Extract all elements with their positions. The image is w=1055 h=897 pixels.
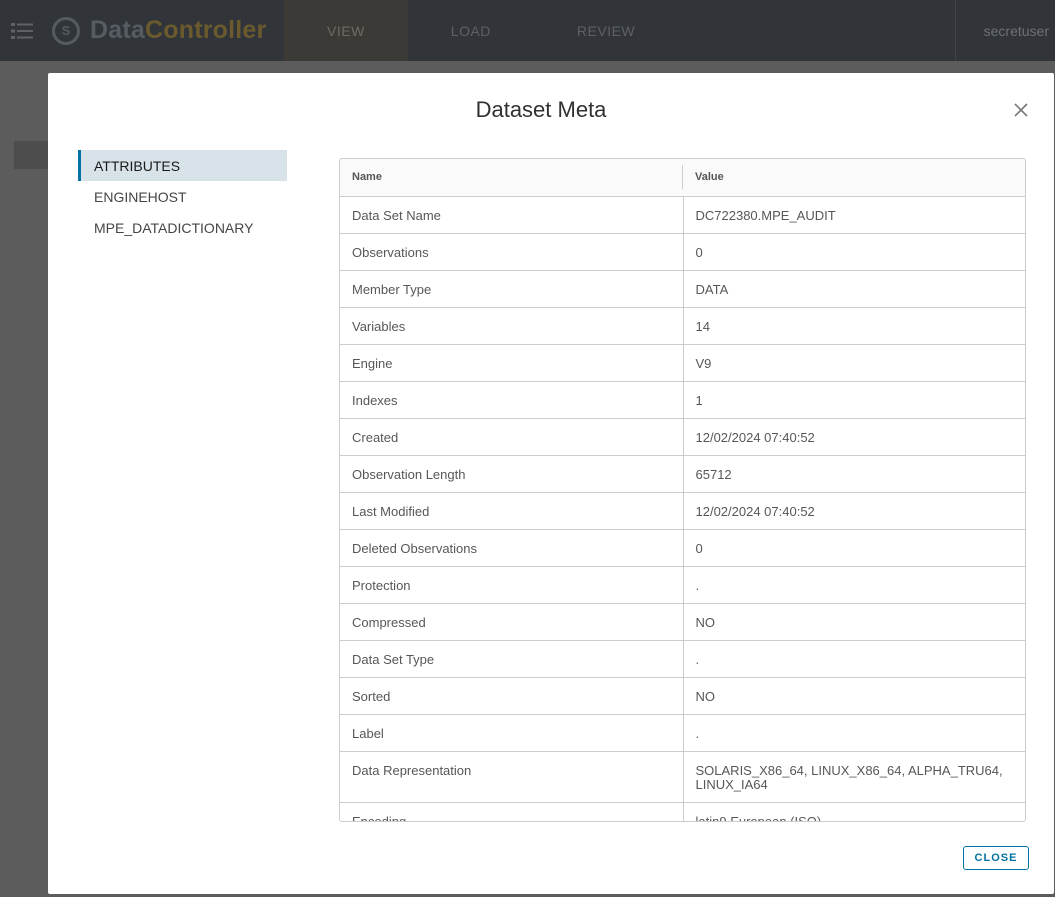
meta-sidebar: ATTRIBUTES ENGINEHOST MPE_DATADICTIONARY: [78, 150, 287, 243]
table-header-row: Name Value: [340, 159, 1025, 197]
attributes-grid: Name Value Data Set Name DC722380.MPE_AU…: [340, 159, 1025, 821]
cell-name: Compressed: [340, 603, 684, 641]
sidebar-item-attributes[interactable]: ATTRIBUTES: [78, 150, 287, 181]
cell-value: 14: [683, 307, 1025, 345]
cell-value: latin9 European (ISO): [683, 802, 1025, 821]
cell-name: Indexes: [340, 381, 684, 419]
cell-name: Encoding: [340, 802, 684, 821]
cell-value: 12/02/2024 07:40:52: [683, 492, 1025, 530]
table-row: Observation Length 65712: [340, 455, 1025, 493]
cell-name: Observation Length: [340, 455, 684, 493]
cell-value: SOLARIS_X86_64, LINUX_X86_64, ALPHA_TRU6…: [683, 751, 1025, 803]
column-header-name[interactable]: Name: [340, 159, 683, 197]
cell-value: NO: [683, 603, 1025, 641]
table-row: Member Type DATA: [340, 270, 1025, 308]
brand-name: DataController: [90, 16, 266, 45]
modal-title: Dataset Meta: [475, 97, 607, 122]
table-row: Deleted Observations 0: [340, 529, 1025, 567]
sidebar-item-enginehost[interactable]: ENGINEHOST: [78, 181, 287, 212]
brand-name-part1: Data: [90, 16, 145, 44]
cell-value: 12/02/2024 07:40:52: [683, 418, 1025, 456]
cell-name: Observations: [340, 233, 684, 271]
cell-value: DATA: [683, 270, 1025, 308]
table-row: Created 12/02/2024 07:40:52: [340, 418, 1025, 456]
cell-name: Variables: [340, 307, 684, 345]
table-row: Variables 14: [340, 307, 1025, 345]
table-row: Encoding latin9 European (ISO): [340, 802, 1025, 821]
column-header-value[interactable]: Value: [683, 159, 1025, 197]
table-row: Protection .: [340, 566, 1025, 604]
main-nav: VIEW LOAD REVIEW: [284, 0, 678, 61]
cell-name: Last Modified: [340, 492, 684, 530]
cell-value: 65712: [683, 455, 1025, 493]
cell-value: .: [683, 566, 1025, 604]
cell-value: 0: [683, 233, 1025, 271]
cell-value: .: [683, 714, 1025, 752]
cell-name: Data Representation: [340, 751, 684, 803]
cell-value: 0: [683, 529, 1025, 567]
brand-logo-icon: S: [52, 16, 80, 45]
cell-value: NO: [683, 677, 1025, 715]
table-row: Observations 0: [340, 233, 1025, 271]
close-button[interactable]: CLOSE: [963, 846, 1029, 870]
table-row: Data Set Type .: [340, 640, 1025, 678]
cell-value: V9: [683, 344, 1025, 382]
list-icon: [11, 22, 33, 39]
cell-name: Data Set Name: [340, 196, 684, 234]
cell-value: .: [683, 640, 1025, 678]
cell-name: Sorted: [340, 677, 684, 715]
brand[interactable]: S DataController: [44, 0, 284, 61]
nav-tab-load[interactable]: LOAD: [408, 0, 534, 61]
cell-name: Data Set Type: [340, 640, 684, 678]
table-row: Last Modified 12/02/2024 07:40:52: [340, 492, 1025, 530]
sidebar-item-mpe-datadictionary[interactable]: MPE_DATADICTIONARY: [78, 212, 287, 243]
background-page-element: [14, 141, 48, 169]
table-row: Data Set Name DC722380.MPE_AUDIT: [340, 196, 1025, 234]
menu-list-icon[interactable]: [0, 0, 44, 61]
cell-name: Created: [340, 418, 684, 456]
brand-name-part2: Controller: [145, 16, 267, 44]
table-row: Engine V9: [340, 344, 1025, 382]
cell-value: DC722380.MPE_AUDIT: [683, 196, 1025, 234]
table-row: Sorted NO: [340, 677, 1025, 715]
nav-tab-view[interactable]: VIEW: [284, 0, 408, 61]
user-menu[interactable]: secretuser: [955, 0, 1055, 61]
table-row: Indexes 1: [340, 381, 1025, 419]
cell-name: Engine: [340, 344, 684, 382]
cell-name: Member Type: [340, 270, 684, 308]
table-row: Data Representation SOLARIS_X86_64, LINU…: [340, 751, 1025, 803]
modal-close-icon[interactable]: [1010, 99, 1032, 121]
cell-value: 1: [683, 381, 1025, 419]
cell-name: Protection: [340, 566, 684, 604]
nav-tab-review[interactable]: REVIEW: [534, 0, 678, 61]
attributes-table[interactable]: Name Value Data Set Name DC722380.MPE_AU…: [339, 158, 1026, 822]
cell-name: Deleted Observations: [340, 529, 684, 567]
close-icon: [1014, 103, 1028, 117]
table-row: Compressed NO: [340, 603, 1025, 641]
app-header: S DataController VIEW LOAD REVIEW secret…: [0, 0, 1055, 61]
table-row: Label .: [340, 714, 1025, 752]
cell-name: Label: [340, 714, 684, 752]
dataset-meta-modal: Dataset Meta ATTRIBUTES ENGINEHOST MPE_D…: [48, 73, 1054, 894]
